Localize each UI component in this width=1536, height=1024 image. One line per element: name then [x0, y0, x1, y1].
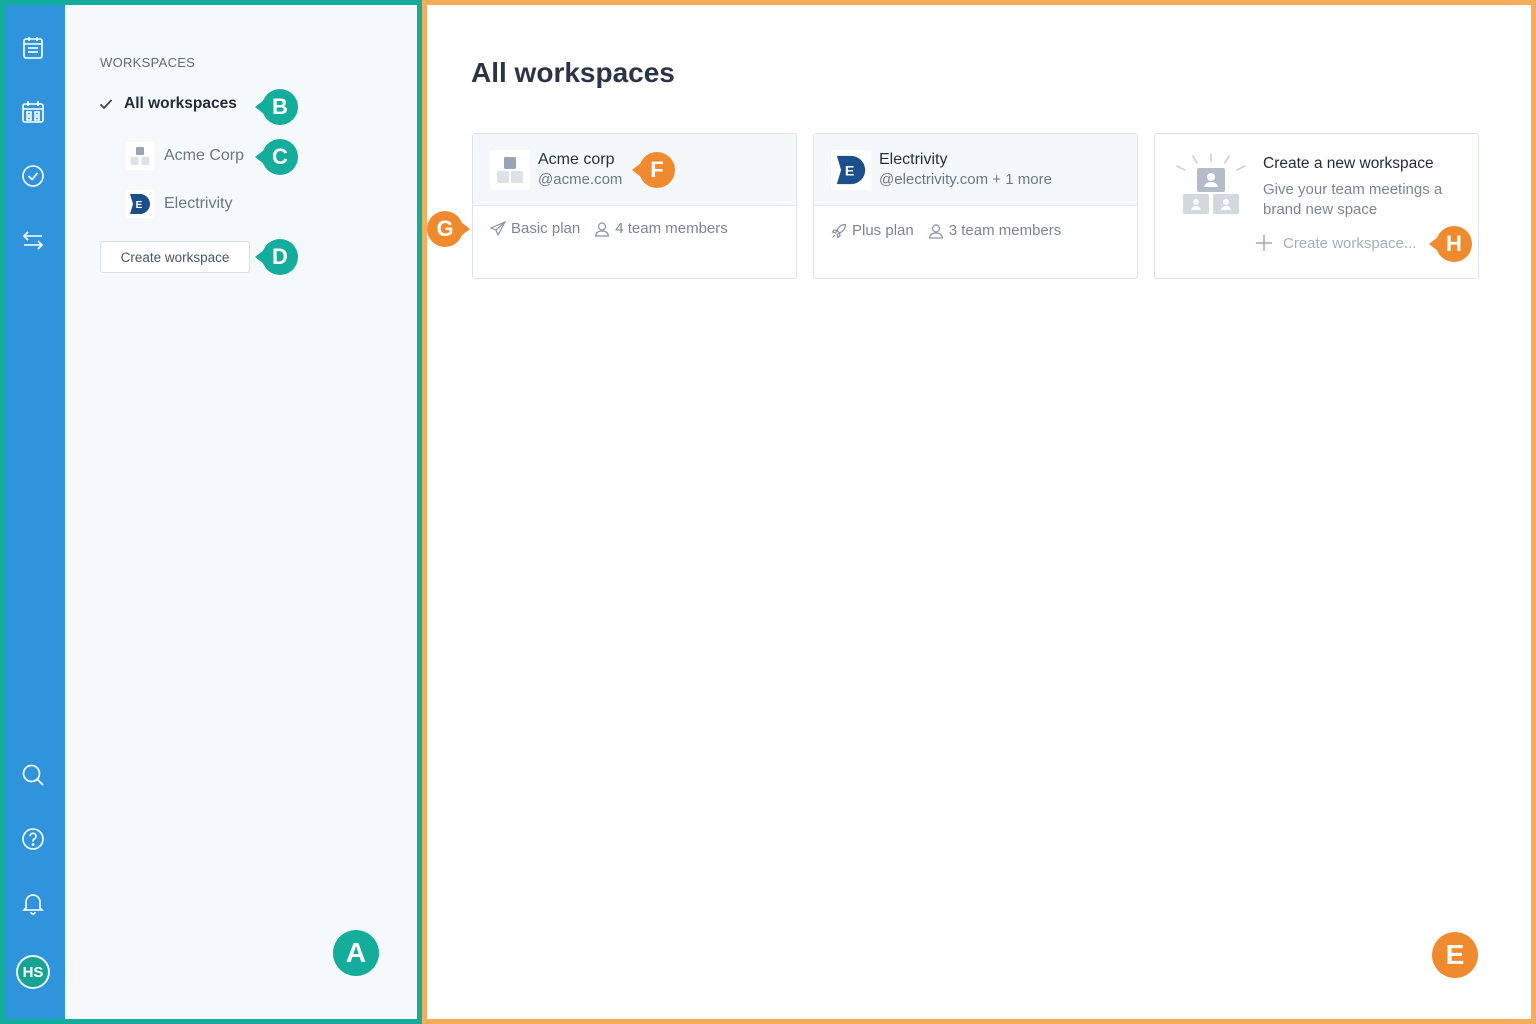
- card-meta: Basic plan 4 team members: [473, 206, 796, 237]
- svg-text:E: E: [845, 163, 854, 179]
- annotation-badge-a: A: [333, 930, 379, 976]
- bell-icon[interactable]: [20, 890, 46, 916]
- members-info: 4 team members: [594, 220, 728, 237]
- workspace-domain: @acme.com: [538, 171, 623, 188]
- user-avatar[interactable]: HS: [16, 955, 50, 989]
- sidebar-item-label: All workspaces: [124, 95, 237, 112]
- new-workspace-description: Give your team meetings a brand new spac…: [1263, 181, 1443, 218]
- user-icon: [595, 221, 610, 237]
- workspace-domain: @electrivity.com + 1 more: [879, 171, 1052, 188]
- workspace-illustration-icon: [1176, 153, 1246, 214]
- icon-rail: HS: [5, 5, 65, 1019]
- sidebar-item-label: Acme Corp: [164, 147, 245, 164]
- rocket-icon: [831, 223, 847, 238]
- plan-info: Basic plan: [490, 220, 580, 237]
- annotation-badge-h: H: [1436, 226, 1472, 262]
- annotation-badge-c: C: [262, 139, 298, 175]
- annotation-badge-f: F: [639, 152, 675, 188]
- page-title: All workspaces: [471, 57, 675, 88]
- notes-icon[interactable]: [20, 35, 46, 61]
- card-meta: Plus plan 3 team members: [814, 206, 1137, 239]
- user-icon: [928, 223, 943, 239]
- workspace-sidebar: WORKSPACES All workspaces Acme Corp E El…: [65, 5, 417, 1019]
- new-workspace-title: Create a new workspace: [1263, 155, 1434, 172]
- create-workspace-link-label: Create workspace...: [1283, 234, 1417, 252]
- plan-label: Basic plan: [511, 220, 581, 237]
- members-label: 3 team members: [948, 222, 1062, 239]
- acme-logo-icon: [126, 142, 154, 170]
- sidebar-heading: WORKSPACES: [100, 55, 196, 70]
- acme-logo-icon: [490, 149, 530, 190]
- workspace-name: Acme corp: [538, 151, 615, 168]
- workspace-card-acme[interactable]: Acme corp @acme.com Basic plan 4 team me…: [472, 133, 797, 279]
- main-content: All workspaces Acme corp @acme.com Basic…: [427, 5, 1531, 1019]
- workspace-name: Electrivity: [879, 151, 948, 168]
- members-info: 3 team members: [928, 222, 1062, 239]
- search-icon[interactable]: [20, 762, 46, 788]
- card-header: E Electrivity @electrivity.com + 1 more: [814, 134, 1137, 206]
- check-icon: [99, 99, 113, 110]
- calendar-icon[interactable]: [20, 99, 46, 125]
- create-workspace-button[interactable]: Create workspace: [100, 241, 250, 273]
- svg-text:E: E: [136, 200, 143, 211]
- plus-icon: [1256, 235, 1272, 251]
- check-circle-icon[interactable]: [20, 163, 46, 189]
- plan-info: Plus plan: [831, 222, 914, 239]
- sidebar-item-all-workspaces[interactable]: All workspaces: [98, 95, 237, 113]
- workspace-card-electrivity[interactable]: E Electrivity @electrivity.com + 1 more …: [813, 133, 1138, 279]
- members-label: 4 team members: [615, 220, 728, 237]
- swap-arrows-icon[interactable]: [20, 227, 46, 253]
- plan-label: Plus plan: [852, 222, 914, 239]
- annotation-badge-d: D: [262, 239, 298, 275]
- annotation-badge-b: B: [262, 89, 298, 125]
- annotation-badge-e: E: [1432, 932, 1478, 978]
- electrivity-logo-icon: E: [831, 149, 871, 190]
- create-workspace-link[interactable]: Create workspace...: [1255, 234, 1416, 252]
- new-workspace-card[interactable]: Create a new workspace Give your team me…: [1154, 133, 1479, 279]
- paper-plane-icon: [490, 220, 506, 236]
- help-icon[interactable]: [20, 826, 46, 852]
- sidebar-item-acme-corp[interactable]: Acme Corp: [126, 142, 244, 170]
- sidebar-item-label: Electrivity: [164, 195, 233, 212]
- annotation-badge-g: G: [427, 211, 463, 247]
- sidebar-item-electrivity[interactable]: E Electrivity: [126, 190, 232, 218]
- electrivity-logo-icon: E: [126, 190, 154, 218]
